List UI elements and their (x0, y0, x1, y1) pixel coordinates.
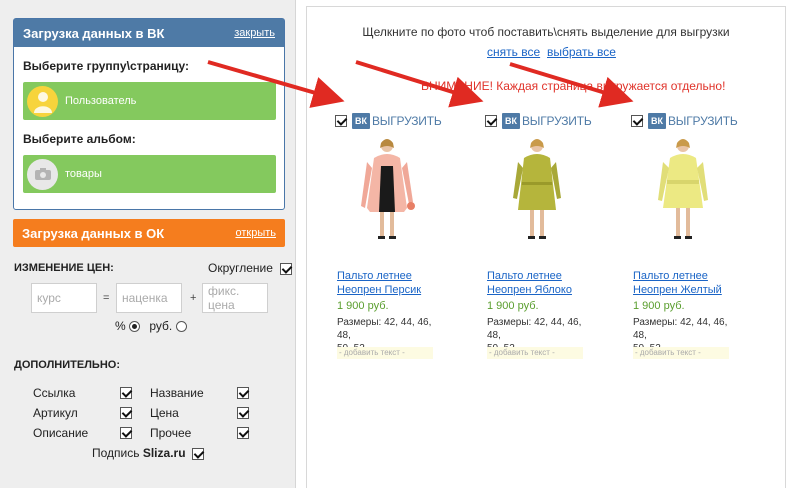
album-select[interactable]: товары (23, 155, 276, 193)
selection-hint: Щелкните по фото чтоб поставить\снять вы… (362, 25, 730, 39)
signature-checkbox[interactable] (191, 447, 204, 460)
vk-logo-icon: ВК (648, 113, 666, 129)
product-name-line2: Неопрен Желтый (633, 284, 722, 296)
album-value: товары (65, 168, 102, 180)
option-label-sku: Артикул (33, 406, 78, 420)
product-name-link[interactable]: Пальто летнее Неопрен Желтый (633, 269, 743, 297)
upload-button[interactable]: ВЫГРУЗИТЬ (522, 114, 592, 128)
signature-prefix: Подпись (92, 446, 140, 460)
option-label-link: Ссылка (33, 386, 76, 400)
user-avatar-icon (27, 85, 58, 117)
product-card: ВК ВЫГРУЗИТЬ Пальто летнее Неопрен Перси… (335, 113, 449, 359)
album-label: Выберите альбом: (23, 132, 136, 146)
product-photo[interactable] (344, 136, 430, 241)
product-select-checkbox[interactable] (631, 115, 643, 127)
product-photo[interactable] (494, 136, 580, 241)
add-text-field[interactable]: - добавить текст - (633, 347, 729, 359)
rounding-row: Округление (208, 261, 293, 275)
percent-label: % (115, 319, 126, 333)
vk-box-header: Загрузка данных в ВК закрыть (14, 19, 284, 47)
vk-close-link[interactable]: закрыть (234, 27, 275, 39)
card-upload-row: ВК ВЫГРУЗИТЬ (335, 113, 449, 129)
product-price: 1 900 руб. (337, 300, 389, 312)
unit-radio-group: % руб. (115, 319, 187, 333)
percent-radio[interactable] (129, 321, 141, 333)
warning-text: ВНИМАНИЕ! Каждая страница выгружается от… (421, 79, 726, 93)
rub-radio[interactable] (175, 321, 187, 333)
markup-input[interactable]: наценка (116, 283, 182, 313)
vk-logo-icon: ВК (502, 113, 520, 129)
equals-sign: = (103, 292, 110, 304)
option-checkbox-price[interactable] (237, 407, 249, 419)
option-checkbox-name[interactable] (237, 387, 249, 399)
option-label-name: Название (150, 386, 204, 400)
plus-sign: + (190, 292, 197, 304)
group-value: Пользователь (65, 95, 137, 107)
signature-brand: Sliza.ru (142, 446, 186, 460)
fixed-price-input[interactable]: фикс. цена (202, 283, 268, 313)
option-checkbox-sku[interactable] (120, 407, 132, 419)
group-label: Выберите группу\страницу: (23, 59, 190, 73)
product-price: 1 900 руб. (487, 300, 539, 312)
product-name-link[interactable]: Пальто летнее Неопрен Яблоко (487, 269, 597, 297)
option-label-description: Описание (33, 426, 89, 440)
product-select-checkbox[interactable] (335, 115, 347, 127)
product-name-line1: Пальто летнее (337, 270, 412, 282)
upload-button[interactable]: ВЫГРУЗИТЬ (668, 114, 738, 128)
select-all-link[interactable]: выбрать все (547, 45, 616, 59)
deselect-all-link[interactable]: снять все (487, 45, 540, 59)
sizes-label: Размеры: (337, 317, 382, 328)
product-card: ВК ВЫГРУЗИТЬ Пальто летнее Неопрен Желты… (631, 113, 745, 359)
upload-button[interactable]: ВЫГРУЗИТЬ (372, 114, 442, 128)
vk-box-title: Загрузка данных в ВК (23, 25, 165, 41)
product-select-checkbox[interactable] (485, 115, 497, 127)
sizes-label: Размеры: (633, 317, 678, 328)
product-card: ВК ВЫГРУЗИТЬ Пальто летнее Неопрен Яблок… (485, 113, 599, 359)
add-text-field[interactable]: - добавить текст - (487, 347, 583, 359)
export-panel: Щелкните по фото чтоб поставить\снять вы… (306, 6, 786, 488)
ok-open-link[interactable]: открыть (235, 227, 276, 239)
price-change-title: ИЗМЕНЕНИЕ ЦЕН: (14, 262, 114, 274)
sizes-label: Размеры: (487, 317, 532, 328)
ok-box-title: Загрузка данных в ОК (22, 225, 165, 241)
rate-input[interactable]: курс (31, 283, 97, 313)
card-upload-row: ВК ВЫГРУЗИТЬ (485, 113, 599, 129)
product-name-line2: Неопрен Персик (337, 284, 422, 296)
product-name-line2: Неопрен Яблоко (487, 284, 572, 296)
settings-panel: Загрузка данных в ВК закрыть Выберите гр… (0, 0, 296, 488)
option-checkbox-other[interactable] (237, 427, 249, 439)
option-checkbox-description[interactable] (120, 427, 132, 439)
rub-label: руб. (149, 319, 173, 333)
product-name-link[interactable]: Пальто летнее Неопрен Персик (337, 269, 447, 297)
option-label-price: Цена (150, 406, 179, 420)
product-name-line1: Пальто летнее (487, 270, 562, 282)
card-upload-row: ВК ВЫГРУЗИТЬ (631, 113, 745, 129)
rounding-label: Округление (208, 261, 273, 275)
option-label-other: Прочее (150, 426, 192, 440)
add-text-field[interactable]: - добавить текст - (337, 347, 433, 359)
signature-row: Подпись Sliza.ru (92, 446, 204, 460)
product-name-line1: Пальто летнее (633, 270, 708, 282)
product-price: 1 900 руб. (633, 300, 685, 312)
group-select[interactable]: Пользователь (23, 82, 276, 120)
camera-icon (27, 158, 58, 190)
vk-logo-icon: ВК (352, 113, 370, 129)
rounding-checkbox[interactable] (280, 262, 293, 275)
ok-upload-header: Загрузка данных в ОК открыть (13, 219, 285, 247)
option-checkbox-link[interactable] (120, 387, 132, 399)
vk-upload-box: Загрузка данных в ВК закрыть Выберите гр… (13, 18, 285, 210)
product-photo[interactable] (640, 136, 726, 241)
additional-title: ДОПОЛНИТЕЛЬНО: (14, 359, 120, 371)
